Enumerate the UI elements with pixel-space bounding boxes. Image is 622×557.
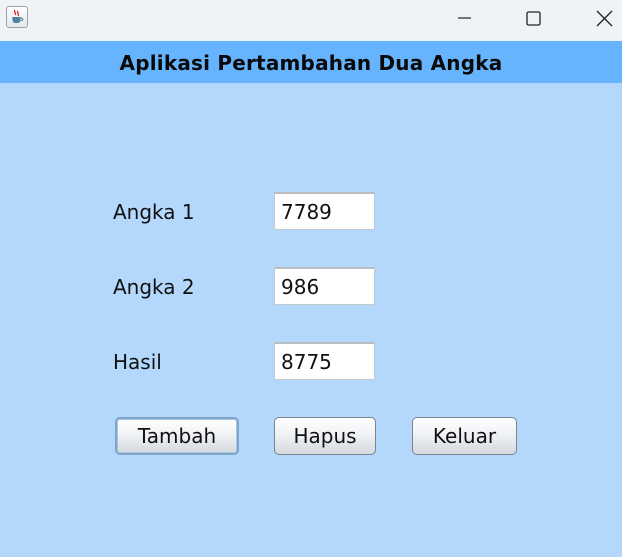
angka1-label: Angka 1 [113, 200, 195, 224]
angka1-field[interactable] [274, 192, 375, 230]
tambah-button[interactable]: Tambah [115, 417, 239, 455]
close-icon [596, 10, 613, 27]
hasil-field[interactable] [274, 342, 375, 380]
app-title: Aplikasi Pertambahan Dua Angka [0, 41, 622, 83]
angka2-label: Angka 2 [113, 275, 195, 299]
maximize-button[interactable] [510, 0, 556, 36]
minimize-button[interactable] [442, 0, 488, 36]
window-titlebar [0, 0, 622, 41]
hasil-label: Hasil [113, 350, 162, 374]
hapus-button[interactable]: Hapus [274, 417, 376, 455]
keluar-button[interactable]: Keluar [412, 417, 517, 455]
angka2-field[interactable] [274, 267, 375, 305]
java-cup-icon[interactable] [6, 6, 28, 28]
minimize-icon [458, 17, 471, 19]
maximize-icon [526, 11, 541, 26]
close-button[interactable] [581, 0, 622, 36]
